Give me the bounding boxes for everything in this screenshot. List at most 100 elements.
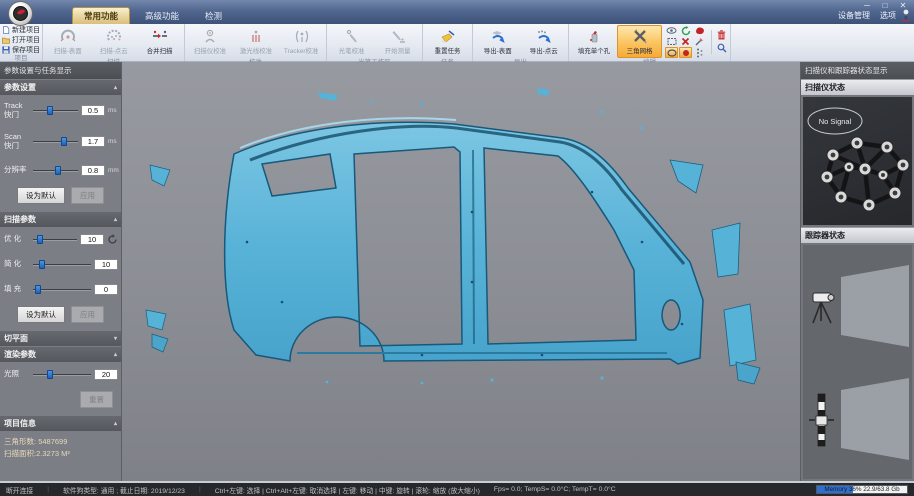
save-project-button[interactable]: 保存项目 [2,45,40,54]
apply-button[interactable]: 应用 [71,187,104,204]
slider-thumb[interactable] [47,370,53,379]
triangle-count-row: 三角形数: 5487699 [4,436,117,449]
point-select-icon[interactable] [679,47,692,58]
open-folder-icon [2,36,10,44]
scan-shutter-value[interactable]: 1.7 [81,136,105,147]
resolution-value[interactable]: 0.8 [81,165,105,176]
lighting-slider[interactable] [33,370,91,379]
tab-advanced-functions[interactable]: 高级功能 [134,8,190,24]
new-project-button[interactable]: 新建项目 [2,25,40,34]
title-bar: ─ □ ✕ 常用功能 高级功能 检测 设备管理 选项 [0,0,914,24]
track-shutter-value[interactable]: 0.5 [81,105,105,116]
memory-usage-bar: Memory 36% 22.9/63.8 Gb [816,485,908,494]
tab-inspection[interactable]: 检测 [194,8,233,24]
ellipse-select-icon[interactable] [665,47,678,58]
rectangle-select-icon[interactable] [665,36,678,47]
section-header-tracker-status[interactable]: 跟踪器状态 [801,227,914,243]
edit-tools-column [711,30,728,54]
tracker-2-row [805,376,910,462]
stylus-calibration-label: 光笔校准 [339,45,365,55]
export-surface-label: 导出-表面 [484,45,512,55]
open-project-button[interactable]: 打开项目 [2,35,40,44]
viewport-3d[interactable] [122,62,800,481]
red-region-icon[interactable] [693,25,706,36]
scan-surface-label: 扫描-表面 [54,45,82,55]
resolution-unit: mm [108,167,118,174]
open-project-label: 打开项目 [12,35,40,45]
section-header-cut-plane[interactable]: 切平面▾ [0,331,121,346]
scan-pointcloud-icon [106,29,122,44]
help-icon[interactable] [901,9,911,22]
app-logo[interactable] [8,1,33,26]
simplify-value[interactable]: 10 [94,259,118,270]
triangulate-mesh-button[interactable]: 三角网格 [617,25,662,58]
slider-thumb[interactable] [39,260,45,269]
separator: | [199,486,201,493]
track-shutter-slider[interactable] [33,106,78,115]
scan-fragment [146,310,166,330]
section-header-scanner-status[interactable]: 扫描仪状态 [801,79,914,95]
refresh-selection-icon[interactable] [679,25,692,36]
scan-pointcloud-label: 扫描-点云 [100,45,128,55]
section-title: 扫描参数 [4,214,36,225]
scanner-calibration-button[interactable]: 扫描仪校准 [187,25,232,58]
set-default-button[interactable]: 设为默认 [17,187,65,204]
laser-calibration-button[interactable]: 激光线校准 [233,25,278,58]
section-header-project-info[interactable]: 项目信息▴ [0,416,121,431]
section-header-scan-parameters[interactable]: 扫描参数▴ [0,212,121,227]
scan-surface-button[interactable]: 扫描-表面 [45,25,90,58]
zoom-selection-icon[interactable] [715,43,728,54]
resolution-slider[interactable] [33,166,78,175]
tab-common-functions[interactable]: 常用功能 [72,7,130,24]
fill-slider[interactable] [33,285,91,294]
set-default-button[interactable]: 设为默认 [17,306,65,323]
start-measure-button[interactable]: 开始测量 [375,25,420,58]
trash-icon[interactable] [715,30,728,41]
slider-thumb[interactable] [37,235,43,244]
no-signal-text: No Signal [819,117,852,126]
optimize-row: 优 化 10 [0,227,121,252]
vertices-icon[interactable] [693,47,706,58]
section-title: 切平面 [4,333,28,344]
reset-task-button[interactable]: 重置任务 [425,25,470,58]
scan-pointcloud-button[interactable]: 扫描-点云 [91,25,136,58]
stylus-calibration-button[interactable]: 光笔校准 [329,25,374,58]
section-header-render-parameters[interactable]: 渲染参数▴ [0,347,121,362]
scan-fragment [152,334,168,352]
optimize-slider[interactable] [33,235,77,244]
slider-thumb[interactable] [61,137,67,146]
menu-device-management[interactable]: 设备管理 [838,10,870,21]
tracker-calibration-button[interactable]: Tracker校准 [279,25,324,58]
slider-thumb[interactable] [35,285,41,294]
merge-scan-button[interactable]: 合并扫描 [137,25,182,58]
export-pointcloud-icon [536,29,552,44]
export-pointcloud-button[interactable]: 导出-点云 [521,25,566,58]
scanner-status-image: No Signal [803,97,912,225]
menu-options[interactable]: 选项 [880,10,896,21]
optimize-value[interactable]: 10 [80,234,104,245]
triangle-count-label: 三角形数: [4,437,36,446]
optimize-refresh-icon[interactable] [107,234,118,245]
scan-fragment [670,160,703,193]
delete-selection-icon[interactable] [679,36,692,47]
apply-button[interactable]: 应用 [71,306,104,323]
triangulate-mesh-label: 三角网格 [627,45,653,55]
fill-single-hole-button[interactable]: 填充单个孔 [571,25,616,58]
start-measure-icon [390,29,406,44]
slider-thumb[interactable] [55,166,61,175]
export-surface-button[interactable]: 导出-表面 [475,25,520,58]
fill-value[interactable]: 0 [94,284,118,295]
reset-render-button[interactable]: 重置 [80,391,113,408]
slider-thumb[interactable] [47,106,53,115]
simplify-slider[interactable] [33,260,91,269]
scan-shutter-slider[interactable] [33,137,78,146]
show-hide-eye-icon[interactable] [665,25,678,36]
section-header-parameter-settings[interactable]: 参数设置▴ [0,80,121,95]
laser-calibration-icon [248,29,264,44]
brush-select-icon[interactable] [693,36,706,47]
section-title: 项目信息 [4,418,36,429]
scan-fragment [318,92,338,101]
ribbon-group-edit: 填充单个孔 三角网格 [569,24,731,61]
lighting-value[interactable]: 20 [94,369,118,380]
scan-fragment [724,304,756,366]
